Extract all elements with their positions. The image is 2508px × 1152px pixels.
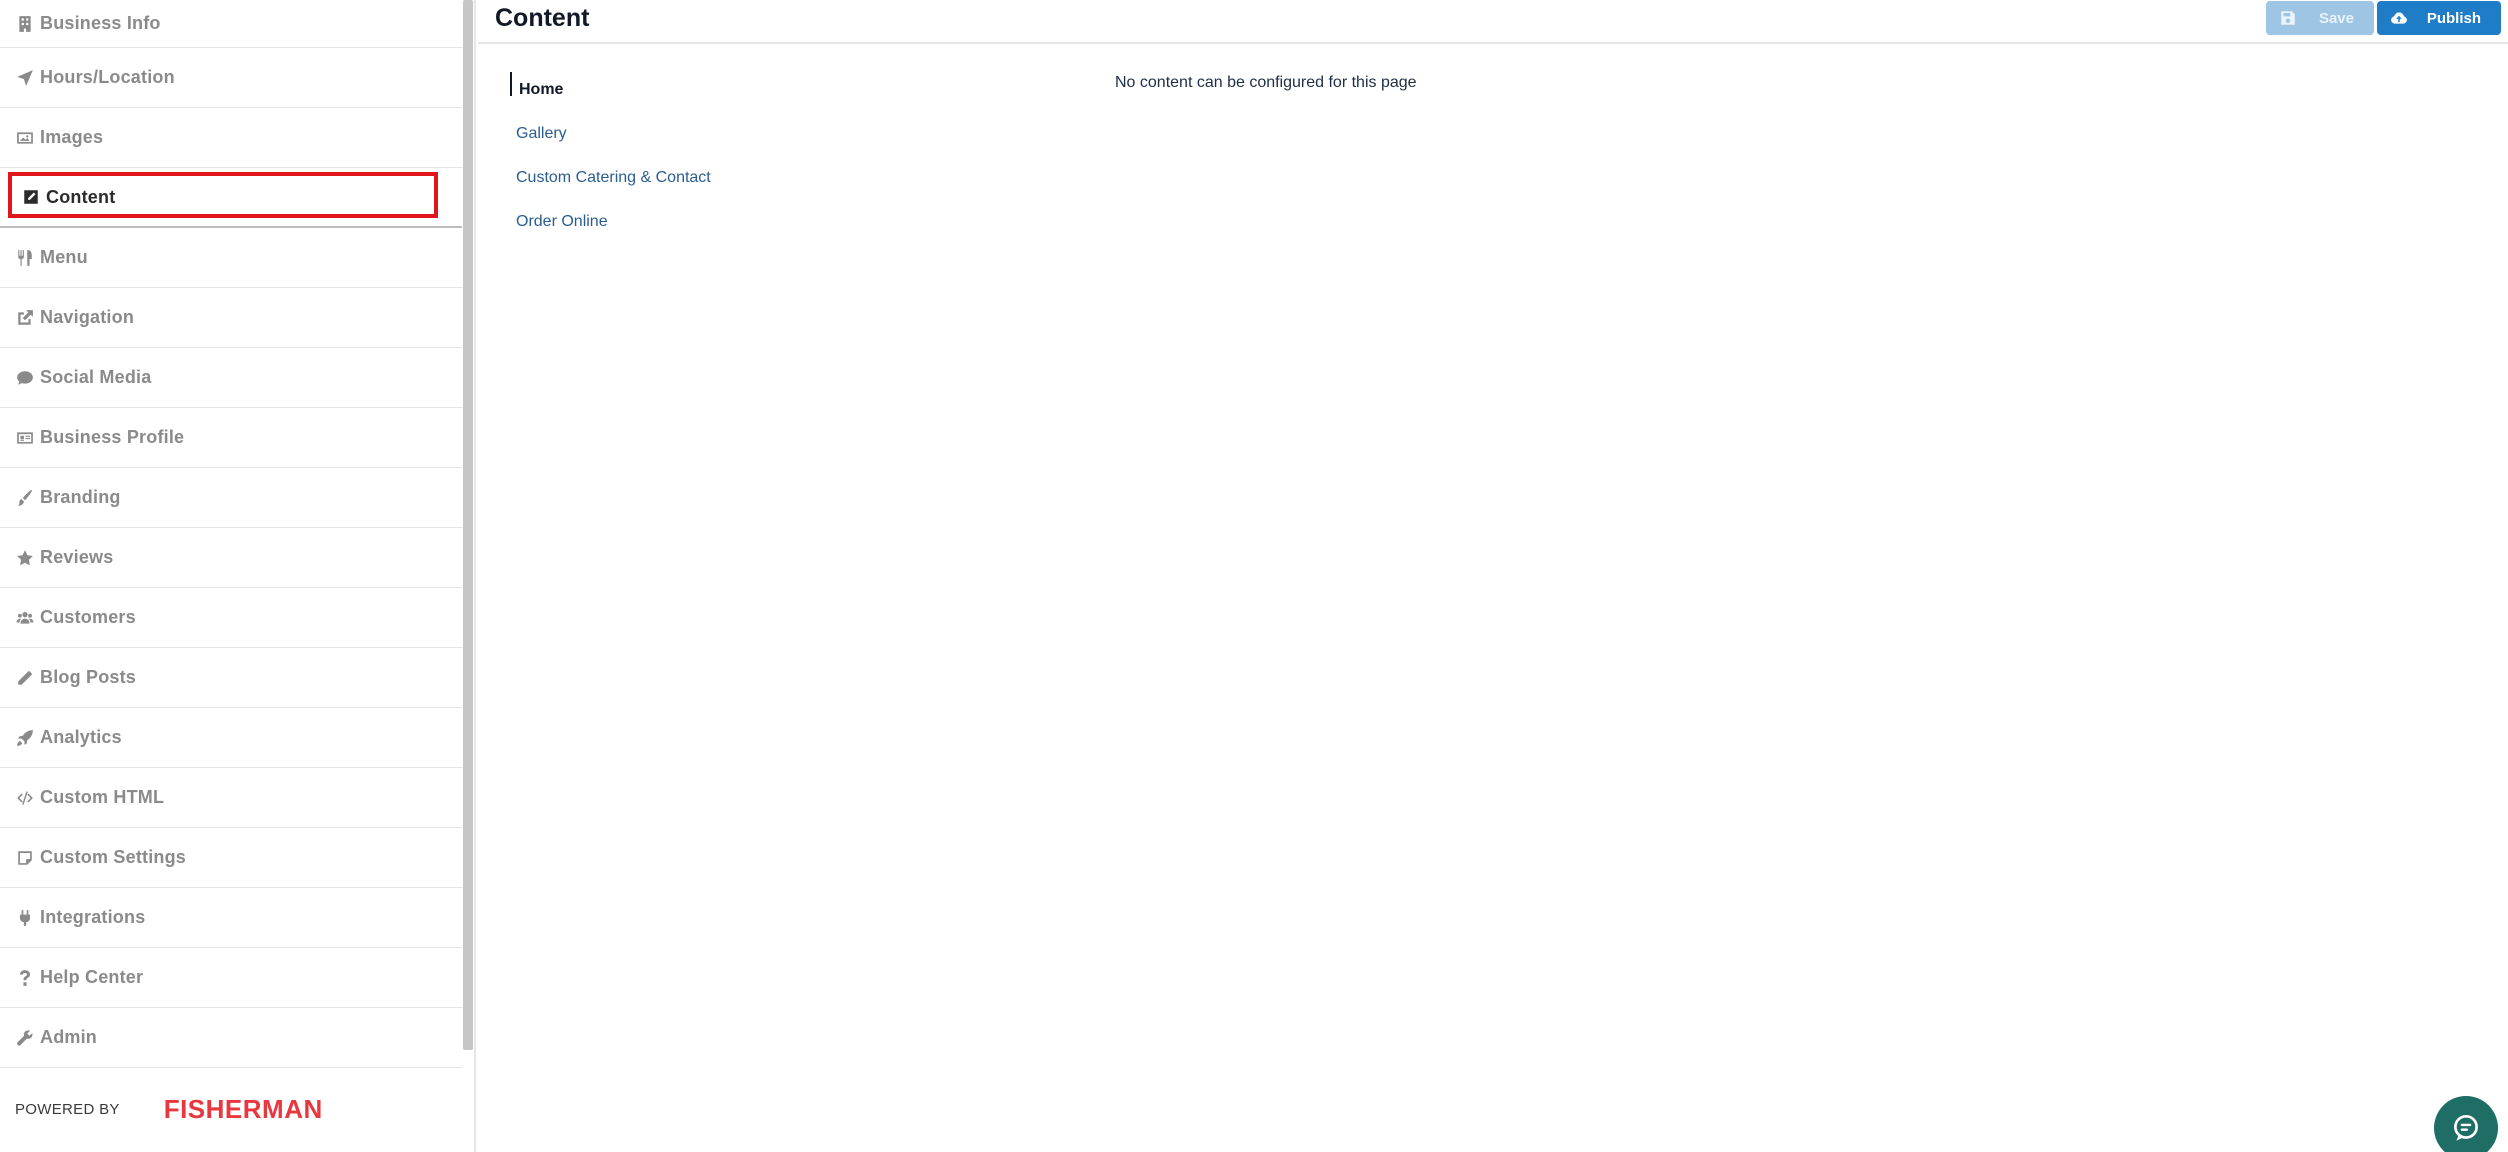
sidebar-scrollbar[interactable] bbox=[463, 0, 473, 1050]
sidebar-item-label: Images bbox=[40, 127, 104, 147]
users-icon bbox=[14, 607, 36, 629]
pencil-icon bbox=[14, 667, 36, 689]
page-item-order-online[interactable]: Order Online bbox=[510, 200, 770, 244]
sidebar-item-reviews[interactable]: Reviews bbox=[0, 528, 462, 588]
sidebar-item-integrations[interactable]: Integrations bbox=[0, 888, 462, 948]
sidebar-item-custom-html[interactable]: Custom HTML bbox=[0, 768, 462, 828]
sidebar-item-label: Reviews bbox=[40, 547, 114, 567]
building-icon bbox=[14, 13, 36, 35]
wrench-icon bbox=[14, 1027, 36, 1049]
chat-widget-button[interactable] bbox=[2434, 1096, 2498, 1152]
location-arrow-icon bbox=[14, 67, 36, 89]
sidebar-item-branding[interactable]: Branding bbox=[0, 468, 462, 528]
page-title: Content bbox=[495, 4, 590, 32]
external-link-icon bbox=[14, 307, 36, 329]
main-content: Content Save Publish Home Gallery Custom… bbox=[478, 0, 2508, 1152]
code-icon bbox=[14, 787, 36, 809]
sidebar-item-label: Custom HTML bbox=[40, 787, 165, 807]
sidebar-item-label: Blog Posts bbox=[40, 667, 137, 687]
sidebar-item-customers[interactable]: Customers bbox=[0, 588, 462, 648]
sidebar-item-help-center[interactable]: Help Center bbox=[0, 948, 462, 1008]
sidebar-item-label: Menu bbox=[40, 247, 88, 267]
id-card-icon bbox=[14, 427, 36, 449]
publish-button[interactable]: Publish bbox=[2377, 1, 2501, 35]
sidebar-item-label: Business Profile bbox=[40, 427, 185, 447]
publish-button-label: Publish bbox=[2426, 9, 2481, 27]
sidebar-item-admin[interactable]: Admin bbox=[0, 1008, 462, 1068]
page-item-custom-catering-contact[interactable]: Custom Catering & Contact bbox=[510, 156, 770, 200]
sidebar-item-menu[interactable]: Menu bbox=[0, 228, 462, 288]
chat-icon bbox=[2454, 1114, 2478, 1141]
sidebar-item-images[interactable]: Images bbox=[0, 108, 462, 168]
sticky-note-icon bbox=[14, 847, 36, 869]
sidebar-item-label: Content bbox=[46, 186, 116, 207]
sidebar-item-label: Customers bbox=[40, 607, 136, 627]
sidebar-item-label: Analytics bbox=[40, 727, 122, 747]
utensils-icon bbox=[14, 247, 36, 269]
save-button[interactable]: Save bbox=[2266, 1, 2374, 35]
sidebar-item-label: Branding bbox=[40, 487, 121, 507]
sidebar-item-blog-posts[interactable]: Blog Posts bbox=[0, 648, 462, 708]
page-item-home[interactable]: Home bbox=[510, 68, 770, 112]
fisherman-logo-text: FISHERMAN bbox=[163, 1094, 323, 1124]
sidebar-item-label: Social Media bbox=[40, 367, 152, 387]
powered-by-label: POWERED BY bbox=[15, 1101, 120, 1118]
powered-by: POWERED BY FISHERMAN bbox=[15, 1094, 323, 1125]
cloud-upload-icon bbox=[2390, 9, 2408, 27]
sidebar-item-social-media[interactable]: Social Media bbox=[0, 348, 462, 408]
sidebar-item-label: Hours/Location bbox=[40, 67, 175, 87]
sidebar-nav: Business Info Hours/Location Images Cont… bbox=[0, 0, 462, 1068]
paint-brush-icon bbox=[14, 487, 36, 509]
star-icon bbox=[14, 547, 36, 569]
sidebar-item-label: Business Info bbox=[40, 13, 161, 33]
sidebar-item-custom-settings[interactable]: Custom Settings bbox=[0, 828, 462, 888]
page-header: Content Save Publish bbox=[478, 0, 2508, 44]
fisherman-logo[interactable]: FISHERMAN bbox=[164, 1094, 323, 1125]
sidebar-item-navigation[interactable]: Navigation bbox=[0, 288, 462, 348]
save-button-label: Save bbox=[2318, 9, 2354, 27]
sidebar-item-content[interactable]: Content bbox=[0, 168, 462, 228]
comment-icon bbox=[14, 367, 36, 389]
sidebar-item-label: Custom Settings bbox=[40, 847, 187, 867]
question-icon bbox=[14, 967, 36, 989]
sidebar-item-business-info[interactable]: Business Info bbox=[0, 0, 462, 48]
floppy-disk-icon bbox=[2279, 9, 2297, 27]
sidebar-item-business-profile[interactable]: Business Profile bbox=[0, 408, 462, 468]
empty-content-message: No content can be configured for this pa… bbox=[1115, 74, 1417, 91]
sidebar-item-hours-location[interactable]: Hours/Location bbox=[0, 48, 462, 108]
rocket-icon bbox=[14, 727, 36, 749]
sidebar-item-analytics[interactable]: Analytics bbox=[0, 708, 462, 768]
sidebar: Business Info Hours/Location Images Cont… bbox=[0, 0, 476, 1152]
page-item-gallery[interactable]: Gallery bbox=[510, 112, 770, 156]
sidebar-item-label: Integrations bbox=[40, 907, 146, 927]
sidebar-item-label: Help Center bbox=[40, 967, 144, 987]
edit-square-icon bbox=[20, 186, 42, 208]
plug-icon bbox=[14, 907, 36, 929]
sidebar-item-label: Navigation bbox=[40, 307, 135, 327]
image-icon bbox=[14, 127, 36, 149]
page-list: Home Gallery Custom Catering & Contact O… bbox=[510, 68, 770, 244]
sidebar-item-label: Admin bbox=[40, 1027, 97, 1047]
